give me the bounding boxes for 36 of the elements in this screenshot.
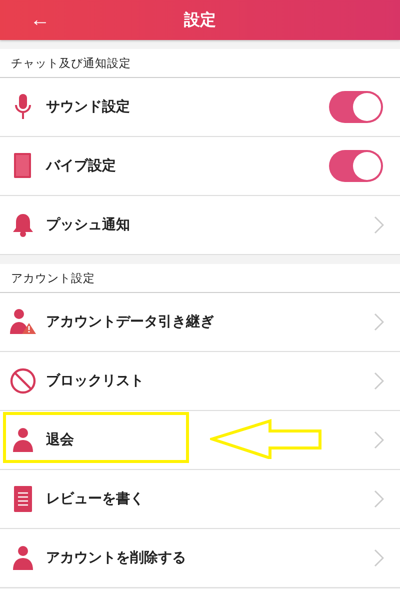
user-icon <box>13 428 33 452</box>
settings-row[interactable]: ブロックリスト <box>0 352 400 411</box>
settings-row[interactable]: 退会 <box>0 411 400 470</box>
chevron-icon <box>374 313 384 331</box>
chevron-icon <box>374 549 384 567</box>
row-label: 退会 <box>46 431 75 449</box>
settings-row[interactable]: プッシュ通知 <box>0 196 400 255</box>
bell-icon <box>12 213 34 237</box>
row-label: ブロックリスト <box>46 372 145 390</box>
prohibited-icon <box>10 368 36 394</box>
tablet-icon <box>12 153 34 179</box>
back-button[interactable]: ← <box>26 6 54 34</box>
chevron-icon <box>374 490 384 508</box>
row-label: バイブ設定 <box>46 157 117 175</box>
chevron-icon <box>374 216 384 234</box>
row-label: アカウントデータ引き継ぎ <box>46 313 215 331</box>
section-title: チャット及び通知設定 <box>0 49 400 78</box>
settings-row[interactable]: サウンド設定 <box>0 78 400 137</box>
row-label: レビューを書く <box>46 490 145 508</box>
settings-row[interactable]: レビューを書く <box>0 470 400 529</box>
toggle-switch[interactable] <box>329 91 383 123</box>
settings-row[interactable]: アカウントデータ引き継ぎ <box>0 293 400 352</box>
document-icon <box>14 486 32 512</box>
settings-row[interactable]: バイブ設定 <box>0 137 400 196</box>
chevron-icon <box>374 431 384 449</box>
user-icon <box>13 546 33 570</box>
microphone-icon <box>15 94 31 120</box>
settings-row[interactable]: アカウントを削除する <box>0 529 400 588</box>
row-label: プッシュ通知 <box>46 216 131 234</box>
user-warning-icon <box>9 309 37 335</box>
toggle-switch[interactable] <box>329 150 383 182</box>
chevron-icon <box>374 372 384 390</box>
row-label: サウンド設定 <box>46 98 131 116</box>
row-label: アカウントを削除する <box>46 549 187 567</box>
section-title: アカウント設定 <box>0 264 400 293</box>
header-title: 設定 <box>184 10 216 30</box>
